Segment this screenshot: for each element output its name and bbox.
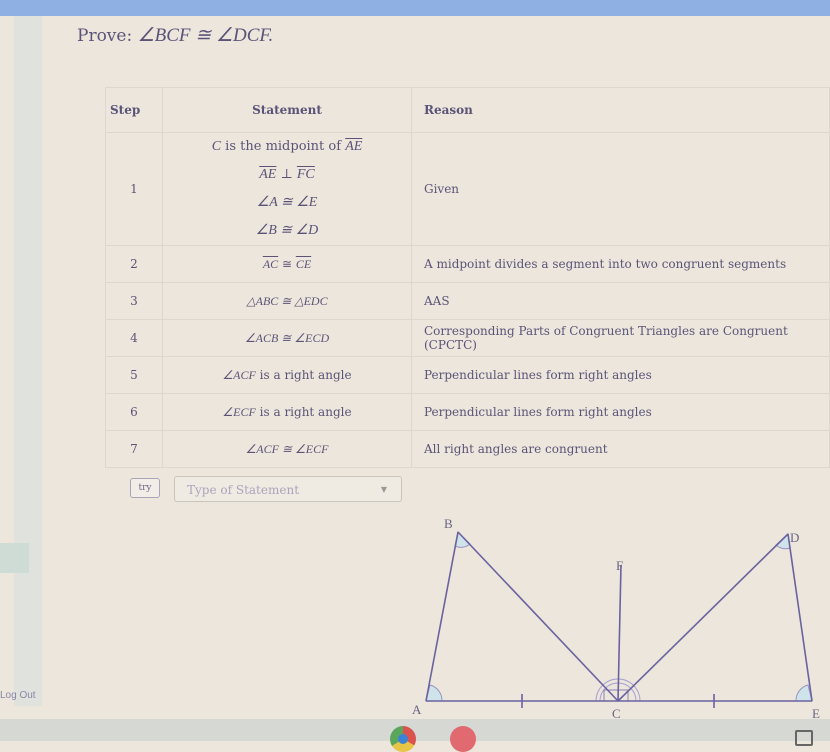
reason-cell: A midpoint divides a segment into two co… <box>411 245 830 283</box>
geometry-diagram: A B C D E F <box>412 516 820 719</box>
statement-type-select[interactable]: Type of Statement ▼ <box>174 476 402 502</box>
point-label-e: E <box>812 706 820 719</box>
point-label-b: B <box>444 516 453 531</box>
table-row: 7 ∠ACF ≅ ∠ECF All right angles are congr… <box>105 430 830 468</box>
table-row: 1 C is the midpoint of AE AE ⊥ FC ∠A ≅ ∠… <box>105 132 830 246</box>
statement-cell: ∠ECF is a right angle <box>162 393 412 431</box>
window-icon[interactable] <box>795 730 813 746</box>
math-expr: △ABC ≅ △EDC <box>246 293 328 308</box>
step-number: 6 <box>105 393 163 431</box>
math-expr: ∠ACF <box>222 367 256 382</box>
table-row: 6 ∠ECF is a right angle Perpendicular li… <box>105 393 830 431</box>
operator: ⊥ <box>276 167 297 182</box>
segment-ab <box>425 531 459 702</box>
chrome-icon[interactable] <box>390 726 416 752</box>
segment: AE <box>259 167 277 182</box>
table-row: 5 ∠ACF is a right angle Perpendicular li… <box>105 356 830 394</box>
prove-label: Prove: <box>77 26 133 46</box>
statement-line: ∠A ≅ ∠E <box>163 189 411 217</box>
math-expr: ∠ECF <box>222 404 256 419</box>
sidebar-block[interactable] <box>0 543 29 573</box>
header-reason: Reason <box>411 87 830 133</box>
statement-cell: ∠ACB ≅ ∠ECD <box>162 319 412 357</box>
prove-statement: ∠BCF ≅ ∠DCF. <box>137 25 274 46</box>
reason-cell: Corresponding Parts of Congruent Triangl… <box>411 319 830 357</box>
math-expr: ∠B ≅ ∠D <box>255 223 319 238</box>
select-placeholder: Type of Statement <box>187 483 300 497</box>
step-number: 4 <box>105 319 163 357</box>
table-header-row: Step Statement Reason <box>105 87 830 133</box>
operator: ≅ <box>278 256 296 271</box>
reason-cell: AAS <box>411 282 830 320</box>
header-step: Step <box>105 87 163 133</box>
math-expr: ∠A ≅ ∠E <box>256 195 318 210</box>
statement-line: ∠B ≅ ∠D <box>163 217 411 245</box>
point-label-c: C <box>612 706 621 719</box>
statement-cell: C is the midpoint of AE AE ⊥ FC ∠A ≅ ∠E … <box>162 132 412 246</box>
table-row: 3 △ABC ≅ △EDC AAS <box>105 282 830 320</box>
segment-cf <box>617 564 622 702</box>
point-label-f: F <box>616 558 623 573</box>
point-label-d: D <box>790 530 799 545</box>
segment-bc <box>457 531 619 702</box>
segment-cd <box>617 533 789 702</box>
browser-top-bar <box>0 0 830 16</box>
table-row: 2 AC ≅ CE A midpoint divides a segment i… <box>105 245 830 283</box>
statement-line: AE ⊥ FC <box>163 161 411 189</box>
header-statement: Statement <box>162 87 412 133</box>
chevron-down-icon: ▼ <box>380 485 387 494</box>
statement-text: is the midpoint of <box>221 139 346 154</box>
proof-table: Step Statement Reason 1 C is the midpoin… <box>105 87 830 468</box>
statement-cell: ∠ACF is a right angle <box>162 356 412 394</box>
statement-cell: ∠ACF ≅ ∠ECF <box>162 430 412 468</box>
table-row: 4 ∠ACB ≅ ∠ECD Corresponding Parts of Con… <box>105 319 830 357</box>
step-number: 1 <box>105 132 163 246</box>
statement-cell: AC ≅ CE <box>162 245 412 283</box>
statement-text: is a right angle <box>255 367 352 382</box>
math-expr: ∠ACB ≅ ∠ECD <box>244 330 330 345</box>
statement-text: is a right angle <box>255 404 352 419</box>
reason-cell: All right angles are congruent <box>411 430 830 468</box>
reason-cell: Perpendicular lines form right angles <box>411 393 830 431</box>
segment: CE <box>295 256 312 271</box>
math-expr: ∠ACF ≅ ∠ECF <box>245 441 329 456</box>
segment: AC <box>262 256 279 271</box>
point-label-a: A <box>412 702 422 717</box>
step-number: 2 <box>105 245 163 283</box>
math-var: C <box>211 139 222 154</box>
app-icon[interactable] <box>450 726 476 752</box>
segment-de <box>787 533 813 702</box>
logout-link[interactable]: Log Out <box>0 690 36 701</box>
try-button[interactable]: try <box>130 478 160 498</box>
step-number: 7 <box>105 430 163 468</box>
statement-cell: △ABC ≅ △EDC <box>162 282 412 320</box>
sidebar-strip <box>14 16 42 706</box>
step-number: 3 <box>105 282 163 320</box>
segment: AE <box>345 139 363 154</box>
step-number: 5 <box>105 356 163 394</box>
statement-line: C is the midpoint of AE <box>163 133 411 161</box>
reason-cell: Given <box>411 132 830 246</box>
prove-heading: Prove: ∠BCF ≅ ∠DCF. <box>77 24 273 47</box>
reason-cell: Perpendicular lines form right angles <box>411 356 830 394</box>
segment: FC <box>296 167 315 182</box>
